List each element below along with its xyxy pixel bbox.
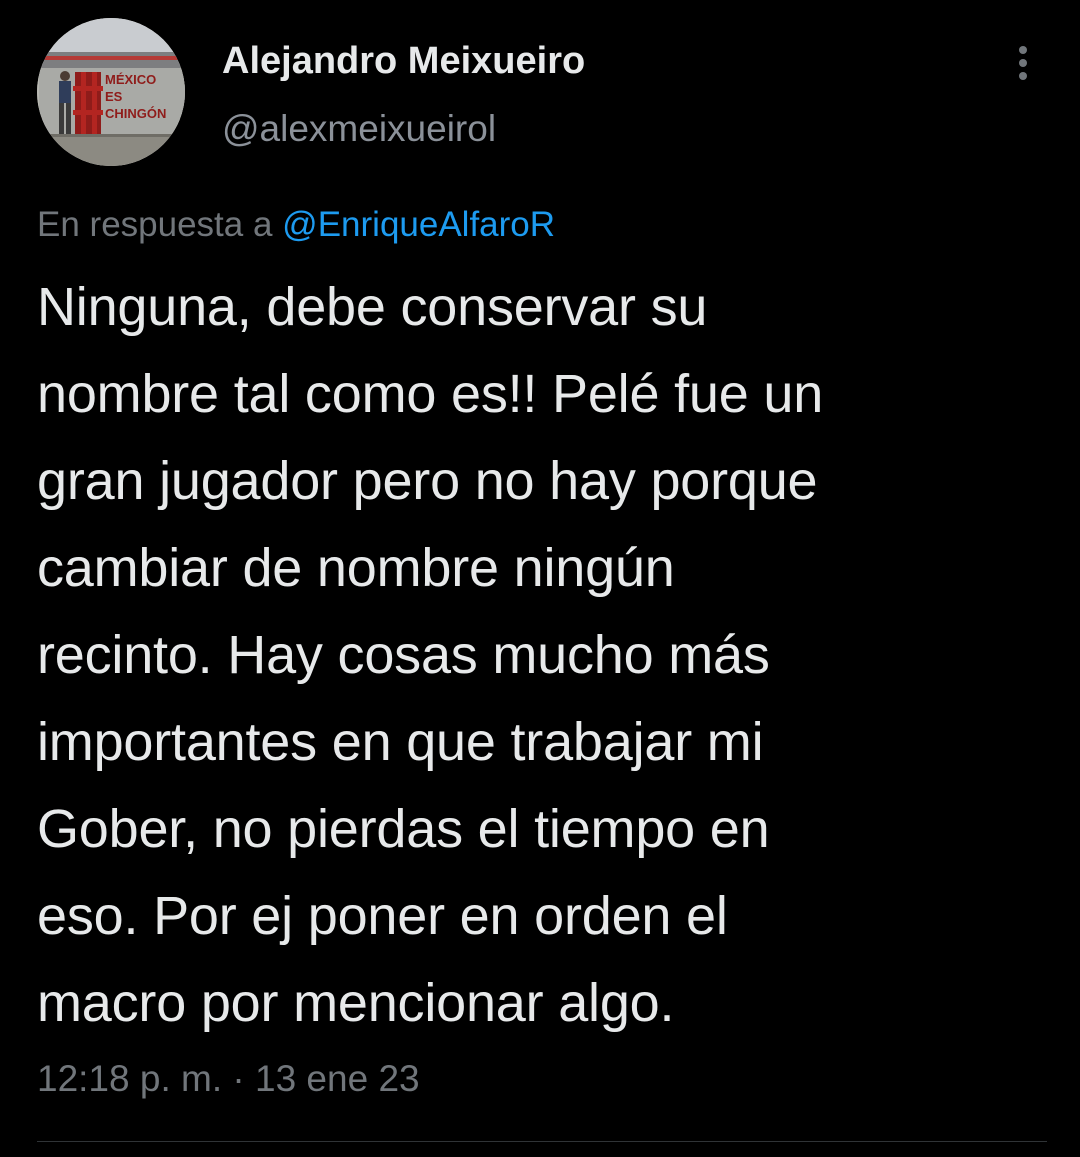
reply-context: En respuesta a @EnriqueAlfaroR xyxy=(37,205,555,245)
avatar[interactable]: MÉXICO ES CHINGÓN xyxy=(37,18,185,166)
avatar-sign-line-3: CHINGÓN xyxy=(105,106,166,121)
tweet-text-line: Gober, no pierdas el tiempo en xyxy=(37,799,770,859)
tweet-text-line: recinto. Hay cosas mucho más xyxy=(37,625,770,685)
tweet-timestamp: 12:18 p. m. · 13 ene 23 xyxy=(37,1058,420,1100)
tweet-time[interactable]: 12:18 p. m. xyxy=(37,1058,222,1099)
tweet-date[interactable]: 13 ene 23 xyxy=(255,1058,420,1099)
author-display-name[interactable]: Alejandro Meixueiro xyxy=(222,40,585,83)
tweet-text-line: gran jugador pero no hay porque xyxy=(37,451,818,511)
tweet-text-line: macro por mencionar algo. xyxy=(37,973,675,1033)
avatar-photo: MÉXICO ES CHINGÓN xyxy=(37,18,185,166)
tweet-text-line: Ninguna, debe conservar su xyxy=(37,277,708,337)
divider xyxy=(37,1141,1047,1142)
reply-prefix: En respuesta a xyxy=(37,205,273,244)
tweet-text-line: importantes en que trabajar mi xyxy=(37,712,764,772)
timestamp-separator: · xyxy=(232,1058,245,1099)
tweet-text: Ninguna, debe conservar su nombre tal co… xyxy=(37,264,1047,1047)
tweet-text-line: eso. Por ej poner en orden el xyxy=(37,886,728,946)
tweet-text-line: cambiar de nombre ningún xyxy=(37,538,675,598)
more-vertical-icon[interactable] xyxy=(1008,44,1038,84)
avatar-sign-line-2: ES xyxy=(105,89,123,104)
reply-mention-link[interactable]: @EnriqueAlfaroR xyxy=(282,205,555,244)
avatar-sign-line-1: MÉXICO xyxy=(105,72,156,87)
author-handle[interactable]: @alexmeixueirol xyxy=(222,108,496,150)
tweet-text-line: nombre tal como es!! Pelé fue un xyxy=(37,364,824,424)
tweet: MÉXICO ES CHINGÓN Alejandro Meixueiro @a… xyxy=(0,0,1080,1157)
